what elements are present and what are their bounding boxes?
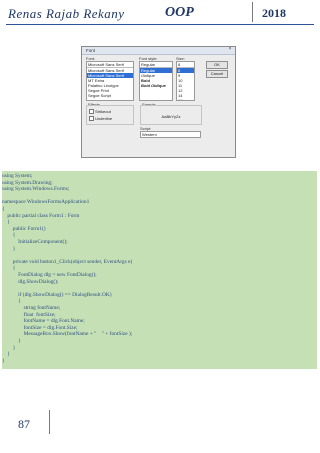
font-list[interactable]: Microsoft Sans Serif Microsoft Sans Seri… — [86, 61, 134, 101]
strikeout-label: Strikeout — [95, 109, 111, 114]
code-line: } — [2, 338, 21, 344]
script-select[interactable]: Western — [140, 131, 201, 138]
code-line: public partial class Form1 : Form — [2, 212, 80, 219]
code-line: { — [2, 298, 21, 305]
size-list-item[interactable]: 16 — [177, 98, 194, 100]
code-line: float fontSize; — [2, 311, 56, 318]
header-title: OOP — [165, 5, 194, 20]
code-line: { — [2, 206, 5, 212]
code-line: using System.Drawing; — [2, 179, 53, 186]
sample-text: AaBbYyZz — [161, 114, 181, 119]
code-line: { — [2, 219, 10, 226]
code-block: using System; using System.Drawing; using … — [2, 171, 317, 369]
code-line: namespace WindowsFormsApplication1 — [2, 199, 90, 206]
code-line: { — [2, 265, 16, 272]
code-line: dlg.ShowDialog(); — [2, 278, 59, 285]
font-list-item[interactable]: Segoe Script — [87, 93, 133, 98]
code-line: private void button1_Click(object sender… — [2, 258, 133, 265]
code-line: } — [2, 344, 16, 351]
header-author: Renas Rajab Rekany — [8, 6, 125, 21]
code-line: FontDialog dlg = new FontDialog(); — [2, 272, 97, 278]
cancel-button[interactable]: Cancel — [206, 70, 228, 78]
code-line: } — [2, 351, 10, 358]
code-line: public Form1() — [2, 225, 46, 232]
code-line: { — [2, 232, 16, 239]
code-line: using System.Windows.Forms; — [2, 186, 70, 193]
code-line: MessageBox.Show(fontName + " " + fontSiz… — [2, 331, 133, 338]
sample-box: AaBbYyZz — [140, 105, 202, 125]
header-year: 2018 — [262, 6, 286, 20]
font-dialog-screenshot: Font × Font: Microsoft Sans Serif Micros… — [81, 46, 236, 158]
underline-checkbox[interactable]: Underline — [89, 116, 113, 122]
code-line: fontSize = dlg.Font.Size; — [2, 324, 78, 331]
code-line: fontName = dlg.Font.Name; — [2, 318, 85, 325]
code-line: using System; — [2, 173, 33, 179]
dialog-title: Font — [86, 48, 96, 53]
ok-button[interactable]: OK — [206, 61, 228, 69]
strikeout-checkbox[interactable]: Strikeout — [89, 109, 111, 115]
footer-divider — [49, 410, 50, 434]
style-list[interactable]: Regular Regular Oblique Bold Bold Oblique — [139, 61, 173, 101]
code-line: } — [2, 245, 16, 252]
close-icon[interactable]: × — [227, 47, 233, 52]
page-footer: 87 — [0, 408, 320, 448]
style-list-item[interactable]: Bold Oblique — [140, 83, 172, 88]
page-number: 87 — [18, 417, 30, 431]
header-divider — [252, 2, 253, 22]
dialog-titlebar: Font × — [82, 47, 235, 55]
code-line: InitializeComponent(); — [2, 239, 68, 245]
effects-group: Strikeout Underline — [86, 105, 134, 125]
underline-label: Underline — [95, 116, 113, 121]
code-line: } — [2, 357, 5, 364]
script-value: Western — [142, 132, 157, 137]
size-list[interactable]: 8 8 9 10 11 12 14 16 — [176, 61, 195, 101]
code-line: if (dlg.ShowDialog() == DialogResult.OK) — [2, 291, 112, 298]
code-line: string fontName; — [2, 305, 61, 311]
page-header: Renas Rajab Rekany OOP 2018 — [0, 0, 320, 26]
header-rule — [6, 24, 314, 25]
